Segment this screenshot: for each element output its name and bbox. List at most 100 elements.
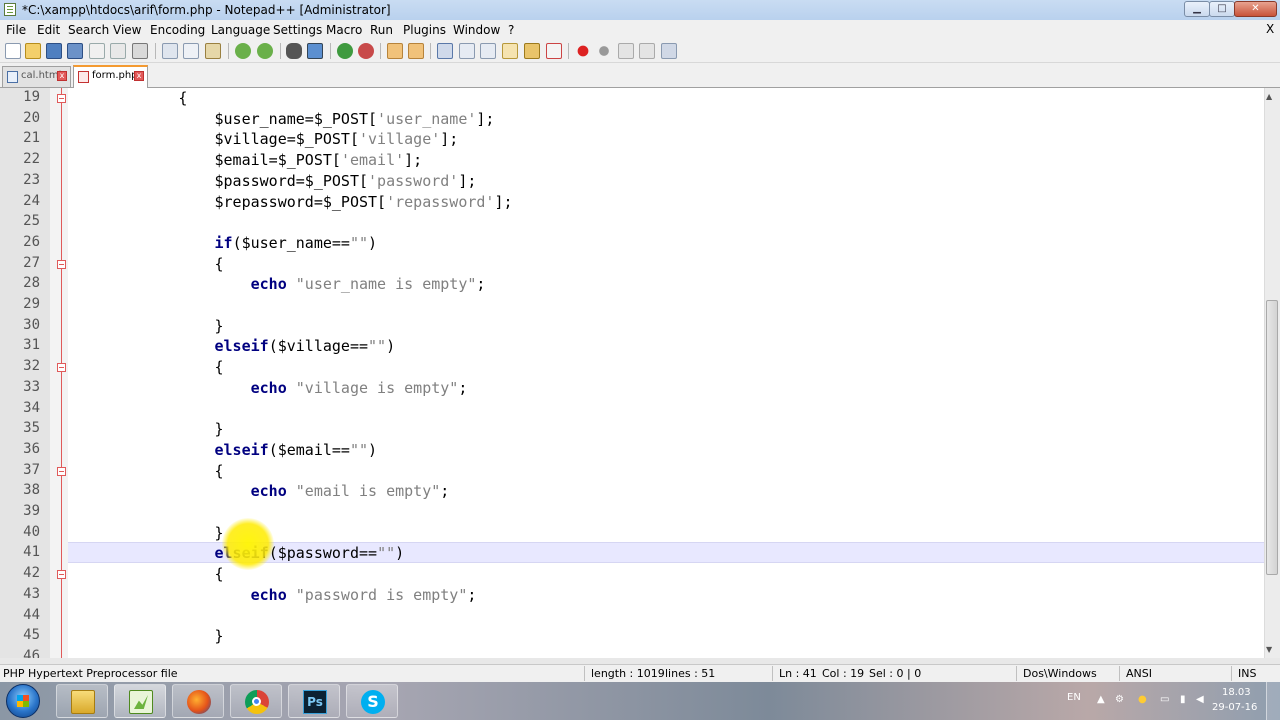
code-line[interactable]: 34 xyxy=(0,399,1264,420)
tab-close-icon[interactable]: x xyxy=(134,71,144,81)
code-line[interactable]: 26 if($user_name=="") xyxy=(0,233,1264,254)
play-macro-icon[interactable] xyxy=(618,43,634,59)
code-line[interactable]: 35 } xyxy=(0,419,1264,440)
code-line[interactable]: 22 $email=$_POST['email']; xyxy=(0,150,1264,171)
find-icon[interactable] xyxy=(286,43,302,59)
code-line[interactable]: 21 $village=$_POST['village']; xyxy=(0,129,1264,150)
open-file-icon[interactable] xyxy=(25,43,41,59)
status-encoding[interactable]: ANSI xyxy=(1126,667,1152,680)
code-line[interactable]: 28 echo "user_name is empty"; xyxy=(0,274,1264,295)
stop-macro-icon[interactable] xyxy=(596,43,612,59)
tab-cal-html[interactable]: cal.html x xyxy=(2,66,71,87)
function-list-icon[interactable] xyxy=(546,43,562,59)
code-text[interactable]: } xyxy=(70,420,223,438)
code-text[interactable]: } xyxy=(70,524,223,542)
scroll-up-icon[interactable]: ▲ xyxy=(1266,92,1272,101)
code-line[interactable]: 41 elseif($password=="") xyxy=(0,543,1264,564)
fold-toggle-icon[interactable] xyxy=(57,570,66,580)
zoom-in-icon[interactable] xyxy=(337,43,353,59)
close-all-icon[interactable] xyxy=(110,43,126,59)
menu-help[interactable]: ? xyxy=(508,23,514,37)
menu-edit[interactable]: Edit xyxy=(37,23,60,37)
zoom-out-icon[interactable] xyxy=(358,43,374,59)
code-line[interactable]: 32 { xyxy=(0,357,1264,378)
start-button[interactable] xyxy=(6,684,40,718)
tab-close-icon[interactable]: x xyxy=(57,71,67,81)
code-line[interactable]: 45 } xyxy=(0,626,1264,647)
code-text[interactable]: echo "password is empty"; xyxy=(70,586,477,604)
fold-toggle-icon[interactable] xyxy=(57,259,66,269)
word-wrap-icon[interactable] xyxy=(437,43,453,59)
menu-plugins[interactable]: Plugins xyxy=(403,23,446,37)
menu-view[interactable]: View xyxy=(113,23,141,37)
code-line[interactable]: 43 echo "password is empty"; xyxy=(0,585,1264,606)
record-macro-icon[interactable] xyxy=(575,43,591,59)
sync-h-icon[interactable] xyxy=(408,43,424,59)
code-line[interactable]: 40 } xyxy=(0,523,1264,544)
code-text[interactable]: echo "village is empty"; xyxy=(70,379,468,397)
clock-time[interactable]: 18.03 xyxy=(1222,687,1251,698)
code-text[interactable]: $email=$_POST['email']; xyxy=(70,151,422,169)
close-button[interactable]: ✕ xyxy=(1234,1,1277,17)
code-line[interactable]: 24 $repassword=$_POST['repassword']; xyxy=(0,192,1264,213)
copy-icon[interactable] xyxy=(183,43,199,59)
code-text[interactable]: { xyxy=(70,565,223,583)
paste-icon[interactable] xyxy=(205,43,221,59)
code-line[interactable]: 36 elseif($email=="") xyxy=(0,440,1264,461)
code-text[interactable]: echo "user_name is empty"; xyxy=(70,275,486,293)
menu-search[interactable]: Search xyxy=(68,23,109,37)
tray-expand-icon[interactable]: ▲ xyxy=(1097,694,1105,705)
code-line[interactable]: 30 } xyxy=(0,316,1264,337)
fold-toggle-icon[interactable] xyxy=(57,466,66,476)
network-tray-icon[interactable]: ⚙ xyxy=(1115,694,1124,705)
code-line[interactable]: 31 elseif($village=="") xyxy=(0,336,1264,357)
code-line[interactable]: 38 echo "email is empty"; xyxy=(0,481,1264,502)
doc-map-icon[interactable] xyxy=(524,43,540,59)
code-line[interactable]: 27 { xyxy=(0,254,1264,275)
tab-form-php[interactable]: form.php x xyxy=(73,65,148,88)
notepadpp-app-icon[interactable] xyxy=(4,3,16,16)
taskbar-photoshop[interactable]: Ps xyxy=(288,684,340,718)
sync-v-icon[interactable] xyxy=(387,43,403,59)
code-text[interactable]: { xyxy=(70,255,223,273)
language-indicator[interactable]: EN xyxy=(1067,692,1081,703)
menu-encoding[interactable]: Encoding xyxy=(150,23,205,37)
update-tray-icon[interactable]: ● xyxy=(1138,694,1147,705)
indent-guide-icon[interactable] xyxy=(480,43,496,59)
code-text[interactable]: } xyxy=(70,317,223,335)
new-file-icon[interactable] xyxy=(5,43,21,59)
code-text[interactable]: elseif($village=="") xyxy=(70,337,396,355)
save-all-icon[interactable] xyxy=(67,43,83,59)
code-text[interactable]: $repassword=$_POST['repassword']; xyxy=(70,193,512,211)
show-all-chars-icon[interactable] xyxy=(459,43,475,59)
code-text[interactable]: $village=$_POST['village']; xyxy=(70,130,458,148)
code-text[interactable]: { xyxy=(70,462,223,480)
code-text[interactable]: elseif($email=="") xyxy=(70,441,378,459)
code-text[interactable]: } xyxy=(70,627,223,645)
udl-icon[interactable] xyxy=(502,43,518,59)
replace-icon[interactable] xyxy=(307,43,323,59)
volume-tray-icon[interactable]: ◀ xyxy=(1196,694,1204,705)
minimize-button[interactable]: ▁ xyxy=(1184,1,1210,17)
save-macro-icon[interactable] xyxy=(661,43,677,59)
display-tray-icon[interactable]: ▭ xyxy=(1160,694,1169,705)
show-desktop-button[interactable] xyxy=(1266,682,1280,720)
menu-run[interactable]: Run xyxy=(370,23,393,37)
status-eol[interactable]: Dos\Windows xyxy=(1023,667,1097,680)
print-icon[interactable] xyxy=(132,43,148,59)
close-document-button[interactable]: X xyxy=(1266,22,1274,36)
code-line[interactable]: 39 xyxy=(0,502,1264,523)
code-line[interactable]: 25 xyxy=(0,212,1264,233)
run-macro-multiple-icon[interactable] xyxy=(639,43,655,59)
scroll-down-icon[interactable]: ▼ xyxy=(1266,645,1272,654)
code-text[interactable]: $password=$_POST['password']; xyxy=(70,172,476,190)
taskbar-skype[interactable]: S xyxy=(346,684,398,718)
code-line[interactable]: 44 xyxy=(0,606,1264,627)
code-text[interactable]: { xyxy=(70,358,223,376)
code-text[interactable]: { xyxy=(70,89,187,107)
signal-tray-icon[interactable]: ▮ xyxy=(1180,694,1186,705)
code-text[interactable]: echo "email is empty"; xyxy=(70,482,450,500)
code-line[interactable]: 20 $user_name=$_POST['user_name']; xyxy=(0,109,1264,130)
taskbar-notepadpp[interactable] xyxy=(114,684,166,718)
status-insert-mode[interactable]: INS xyxy=(1238,667,1256,680)
